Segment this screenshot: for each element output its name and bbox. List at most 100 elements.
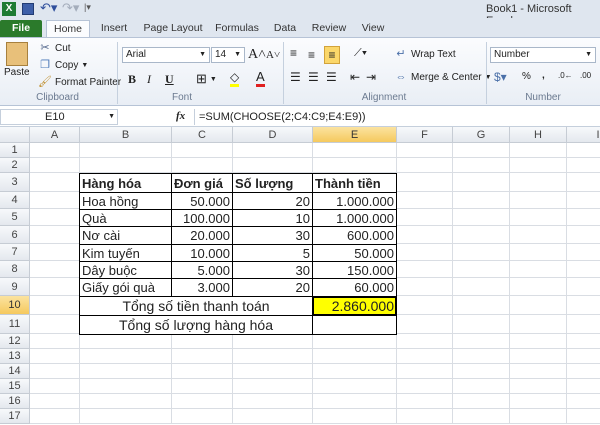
- cell[interactable]: [233, 409, 313, 424]
- cell[interactable]: [30, 209, 80, 226]
- table-header-cell[interactable]: Thành tiền: [312, 173, 397, 193]
- column-header-B[interactable]: B: [80, 127, 172, 143]
- cell[interactable]: [30, 379, 80, 394]
- cell[interactable]: [172, 334, 233, 349]
- cell[interactable]: [313, 143, 397, 158]
- cell[interactable]: [172, 349, 233, 364]
- cell[interactable]: [510, 173, 567, 192]
- cell[interactable]: [233, 334, 313, 349]
- item-name-cell[interactable]: Quà: [79, 209, 172, 227]
- comma-button[interactable]: ,: [542, 70, 545, 81]
- name-box[interactable]: E10 ▼: [0, 109, 118, 125]
- row-header-13[interactable]: 13: [0, 349, 30, 364]
- item-value-cell[interactable]: 50.000: [312, 244, 397, 262]
- item-value-cell[interactable]: 1.000.000: [312, 209, 397, 227]
- tab-home[interactable]: Home: [46, 20, 90, 37]
- cell[interactable]: [313, 158, 397, 173]
- cell[interactable]: [567, 334, 600, 349]
- qty-label-cell[interactable]: Tổng số lượng hàng hóa: [79, 315, 313, 335]
- cell[interactable]: [567, 409, 600, 424]
- tab-page-layout[interactable]: Page Layout: [138, 20, 208, 37]
- font-color-icon[interactable]: A: [256, 69, 265, 87]
- cell[interactable]: [80, 394, 172, 409]
- row-header-7[interactable]: 7: [0, 244, 30, 261]
- cell[interactable]: [172, 379, 233, 394]
- cell[interactable]: [397, 209, 453, 226]
- number-format-select[interactable]: Number ▼: [490, 47, 596, 63]
- tab-formulas[interactable]: Formulas: [212, 20, 262, 37]
- cell[interactable]: [30, 226, 80, 244]
- cell[interactable]: [30, 143, 80, 158]
- cell[interactable]: [567, 349, 600, 364]
- customize-toolbar-icon[interactable]: |▾: [84, 2, 91, 13]
- column-header-H[interactable]: H: [510, 127, 567, 143]
- cell[interactable]: [30, 364, 80, 379]
- font-name-select[interactable]: Arial ▼: [122, 47, 210, 63]
- cell[interactable]: [510, 278, 567, 296]
- column-header-C[interactable]: C: [172, 127, 233, 143]
- save-icon[interactable]: [22, 3, 34, 15]
- cell[interactable]: [397, 409, 453, 424]
- item-value-cell[interactable]: 60.000: [312, 278, 397, 297]
- cell[interactable]: [567, 192, 600, 209]
- cell[interactable]: [510, 226, 567, 244]
- row-header-11[interactable]: 11: [0, 315, 30, 334]
- cell[interactable]: [313, 394, 397, 409]
- cell[interactable]: [567, 261, 600, 278]
- cell[interactable]: [172, 409, 233, 424]
- cell[interactable]: [397, 364, 453, 379]
- cell[interactable]: [172, 143, 233, 158]
- row-header-9[interactable]: 9: [0, 278, 30, 296]
- cell[interactable]: [453, 379, 510, 394]
- shrink-font-icon[interactable]: A˅: [266, 49, 280, 61]
- cell[interactable]: [453, 409, 510, 424]
- cell[interactable]: [233, 379, 313, 394]
- column-header-F[interactable]: F: [397, 127, 453, 143]
- row-header-14[interactable]: 14: [0, 364, 30, 379]
- column-header-E[interactable]: E: [313, 127, 397, 143]
- undo-icon[interactable]: ↶▾: [40, 0, 57, 16]
- borders-icon[interactable]: ⊞ ▼: [196, 71, 217, 87]
- column-header-I[interactable]: I: [567, 127, 600, 143]
- row-header-12[interactable]: 12: [0, 334, 30, 349]
- cell[interactable]: [80, 349, 172, 364]
- align-middle-icon[interactable]: ≡: [308, 48, 315, 62]
- decrease-decimal-icon[interactable]: .00: [580, 71, 591, 80]
- item-value-cell[interactable]: 3.000: [171, 278, 233, 297]
- cell[interactable]: [453, 143, 510, 158]
- cell[interactable]: [80, 364, 172, 379]
- italic-button[interactable]: I: [147, 72, 151, 87]
- cell[interactable]: [510, 349, 567, 364]
- row-header-2[interactable]: 2: [0, 158, 30, 173]
- cell[interactable]: [313, 334, 397, 349]
- cell[interactable]: [397, 244, 453, 261]
- cell[interactable]: [80, 409, 172, 424]
- cell[interactable]: [233, 143, 313, 158]
- cell[interactable]: [397, 278, 453, 296]
- cell[interactable]: [453, 394, 510, 409]
- format-painter-button[interactable]: 🖌 Format Painter: [38, 76, 121, 89]
- item-value-cell[interactable]: 50.000: [171, 192, 233, 210]
- cell[interactable]: [313, 349, 397, 364]
- row-header-1[interactable]: 1: [0, 143, 30, 158]
- cell[interactable]: [30, 278, 80, 296]
- copy-button[interactable]: ❐ Copy ▼: [38, 59, 88, 72]
- orientation-icon[interactable]: ⟋▾: [354, 47, 367, 60]
- increase-decimal-icon[interactable]: .0←: [558, 71, 573, 80]
- cell[interactable]: [30, 409, 80, 424]
- redo-icon[interactable]: ↷▾: [62, 0, 79, 16]
- table-header-cell[interactable]: Số lượng: [232, 173, 313, 193]
- cell[interactable]: [397, 394, 453, 409]
- percent-button[interactable]: %: [522, 71, 531, 82]
- column-header-A[interactable]: A: [30, 127, 80, 143]
- currency-icon[interactable]: $▾: [494, 70, 507, 84]
- cell[interactable]: [80, 158, 172, 173]
- align-center-icon[interactable]: ☰: [308, 70, 319, 84]
- item-name-cell[interactable]: Nơ cài: [79, 226, 172, 245]
- cell[interactable]: [453, 173, 510, 192]
- cut-button[interactable]: ✂ Cut: [38, 42, 70, 55]
- cell[interactable]: [233, 158, 313, 173]
- cell[interactable]: [453, 158, 510, 173]
- cell[interactable]: [453, 349, 510, 364]
- item-value-cell[interactable]: 30: [232, 261, 313, 279]
